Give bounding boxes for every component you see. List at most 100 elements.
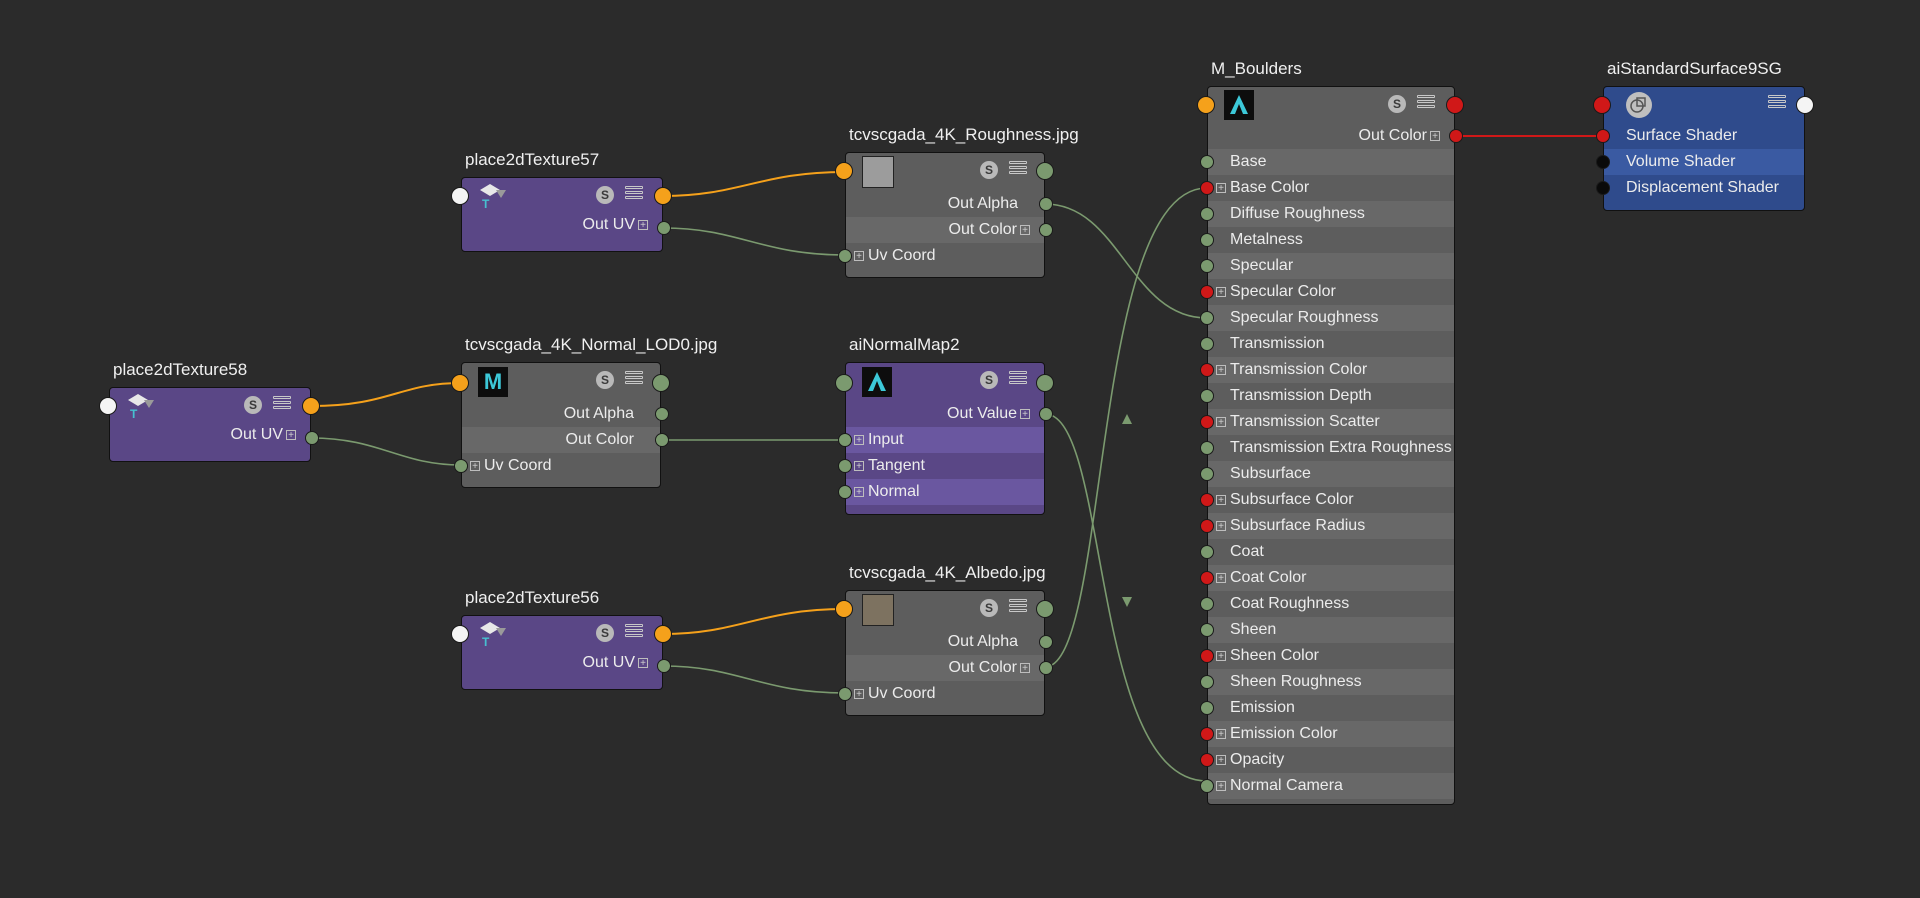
attribute-input-port[interactable]: [1200, 623, 1214, 637]
attribute-row[interactable]: Specular: [1208, 253, 1454, 279]
attribute-input-port[interactable]: [1200, 415, 1214, 429]
input-port[interactable]: [1593, 96, 1611, 114]
normal-in-port[interactable]: [838, 485, 852, 499]
expand-icon[interactable]: +: [1216, 183, 1226, 194]
swatch-toggle-icon[interactable]: S: [1388, 95, 1406, 113]
attribute-input-port[interactable]: [1200, 441, 1214, 455]
input-port[interactable]: [835, 374, 853, 392]
attribute-row[interactable]: Transmission: [1208, 331, 1454, 357]
output-port[interactable]: [654, 625, 672, 643]
swatch-toggle-icon[interactable]: S: [980, 161, 998, 179]
attribute-input-port[interactable]: [1200, 519, 1214, 533]
displacement-shader-port[interactable]: [1596, 181, 1610, 195]
expand-icon[interactable]: +: [854, 461, 864, 472]
attribute-input-port[interactable]: [1200, 753, 1214, 767]
out-color-port[interactable]: [1039, 223, 1053, 237]
expand-icon[interactable]: +: [854, 487, 864, 498]
node-normal-texture[interactable]: tcvscgada_4K_Normal_LOD0.jpg M S Out Alp…: [451, 335, 717, 488]
attribute-input-port[interactable]: [1200, 337, 1214, 351]
node-place2dtexture57[interactable]: place2dTexture57 T S Out UV +: [451, 150, 672, 252]
attribute-input-port[interactable]: [1200, 363, 1214, 377]
attribute-input-port[interactable]: [1200, 181, 1214, 195]
out-color-port[interactable]: [655, 433, 669, 447]
expand-icon[interactable]: +: [1216, 755, 1226, 766]
attribute-row[interactable]: + Subsurface Radius: [1208, 513, 1454, 539]
volume-shader-port[interactable]: [1596, 155, 1610, 169]
expand-icon[interactable]: +: [638, 658, 648, 669]
attribute-menu-icon[interactable]: [625, 186, 643, 204]
out-alpha-port[interactable]: [1039, 197, 1053, 211]
node-roughness-texture[interactable]: tcvscgada_4K_Roughness.jpg S Out Alpha O…: [835, 125, 1079, 278]
expand-icon[interactable]: +: [1430, 131, 1440, 142]
attribute-input-port[interactable]: [1200, 311, 1214, 325]
node-place2dtexture56[interactable]: place2dTexture56 T S Out UV +: [451, 588, 672, 690]
node-place2dtexture58[interactable]: place2dTexture58 T S Out UV +: [99, 360, 320, 462]
input-port[interactable]: [835, 162, 853, 180]
expand-icon[interactable]: +: [1216, 781, 1226, 792]
output-port[interactable]: [1446, 96, 1464, 114]
attribute-menu-icon[interactable]: [1768, 95, 1786, 113]
node-m-boulders[interactable]: M_Boulders S Out Color + Base + Base Color D…: [1197, 59, 1464, 805]
swatch-toggle-icon[interactable]: S: [980, 371, 998, 389]
attribute-row[interactable]: + Transmission Scatter: [1208, 409, 1454, 435]
out-uv-port[interactable]: [305, 431, 319, 445]
uv-coord-port[interactable]: [838, 687, 852, 701]
attribute-input-port[interactable]: [1200, 675, 1214, 689]
expand-icon[interactable]: +: [1216, 495, 1226, 506]
expand-icon[interactable]: +: [1020, 663, 1030, 674]
attribute-row[interactable]: + Sheen Color: [1208, 643, 1454, 669]
attribute-row[interactable]: + Base Color: [1208, 175, 1454, 201]
expand-icon[interactable]: +: [1216, 729, 1226, 740]
uv-coord-port[interactable]: [838, 249, 852, 263]
output-port[interactable]: [652, 374, 670, 392]
output-port[interactable]: [654, 187, 672, 205]
attribute-row[interactable]: Transmission Depth: [1208, 383, 1454, 409]
attribute-input-port[interactable]: [1200, 285, 1214, 299]
tangent-in-port[interactable]: [838, 459, 852, 473]
attribute-input-port[interactable]: [1200, 467, 1214, 481]
attribute-input-port[interactable]: [1200, 649, 1214, 663]
attribute-menu-icon[interactable]: [1009, 161, 1027, 179]
out-value-port[interactable]: [1039, 407, 1053, 421]
expand-icon[interactable]: +: [1216, 287, 1226, 298]
expand-icon[interactable]: +: [1216, 365, 1226, 376]
attribute-input-port[interactable]: [1200, 493, 1214, 507]
attribute-input-port[interactable]: [1200, 545, 1214, 559]
expand-icon[interactable]: +: [286, 430, 296, 441]
swatch-toggle-icon[interactable]: S: [596, 186, 614, 204]
swatch-toggle-icon[interactable]: S: [244, 396, 262, 414]
attribute-input-port[interactable]: [1200, 233, 1214, 247]
expand-icon[interactable]: +: [470, 461, 480, 472]
attribute-row[interactable]: Metalness: [1208, 227, 1454, 253]
attribute-input-port[interactable]: [1200, 259, 1214, 273]
attribute-row[interactable]: Sheen: [1208, 617, 1454, 643]
expand-icon[interactable]: +: [1216, 651, 1226, 662]
attribute-row[interactable]: Coat Roughness: [1208, 591, 1454, 617]
attribute-row[interactable]: + Subsurface Color: [1208, 487, 1454, 513]
uv-coord-port[interactable]: [454, 459, 468, 473]
out-uv-port[interactable]: [657, 221, 671, 235]
attribute-menu-icon[interactable]: [273, 396, 291, 414]
swatch-toggle-icon[interactable]: S: [980, 599, 998, 617]
out-color-port[interactable]: [1039, 661, 1053, 675]
attribute-row[interactable]: Sheen Roughness: [1208, 669, 1454, 695]
input-port[interactable]: [835, 600, 853, 618]
output-port[interactable]: [1036, 374, 1054, 392]
attribute-menu-icon[interactable]: [625, 624, 643, 642]
input-port[interactable]: [451, 625, 469, 643]
attribute-row[interactable]: + Emission Color: [1208, 721, 1454, 747]
swatch-toggle-icon[interactable]: S: [596, 371, 614, 389]
attribute-input-port[interactable]: [1200, 727, 1214, 741]
attribute-row[interactable]: + Transmission Color: [1208, 357, 1454, 383]
attribute-row[interactable]: Specular Roughness: [1208, 305, 1454, 331]
attribute-input-port[interactable]: [1200, 597, 1214, 611]
output-port[interactable]: [302, 397, 320, 415]
attribute-input-port[interactable]: [1200, 571, 1214, 585]
attribute-row[interactable]: + Normal Camera: [1208, 773, 1454, 799]
input-port[interactable]: [451, 187, 469, 205]
attribute-row[interactable]: Transmission Extra Roughness: [1208, 435, 1454, 461]
attribute-row[interactable]: Diffuse Roughness: [1208, 201, 1454, 227]
attribute-menu-icon[interactable]: [625, 371, 643, 389]
out-alpha-port[interactable]: [655, 407, 669, 421]
attribute-input-port[interactable]: [1200, 389, 1214, 403]
